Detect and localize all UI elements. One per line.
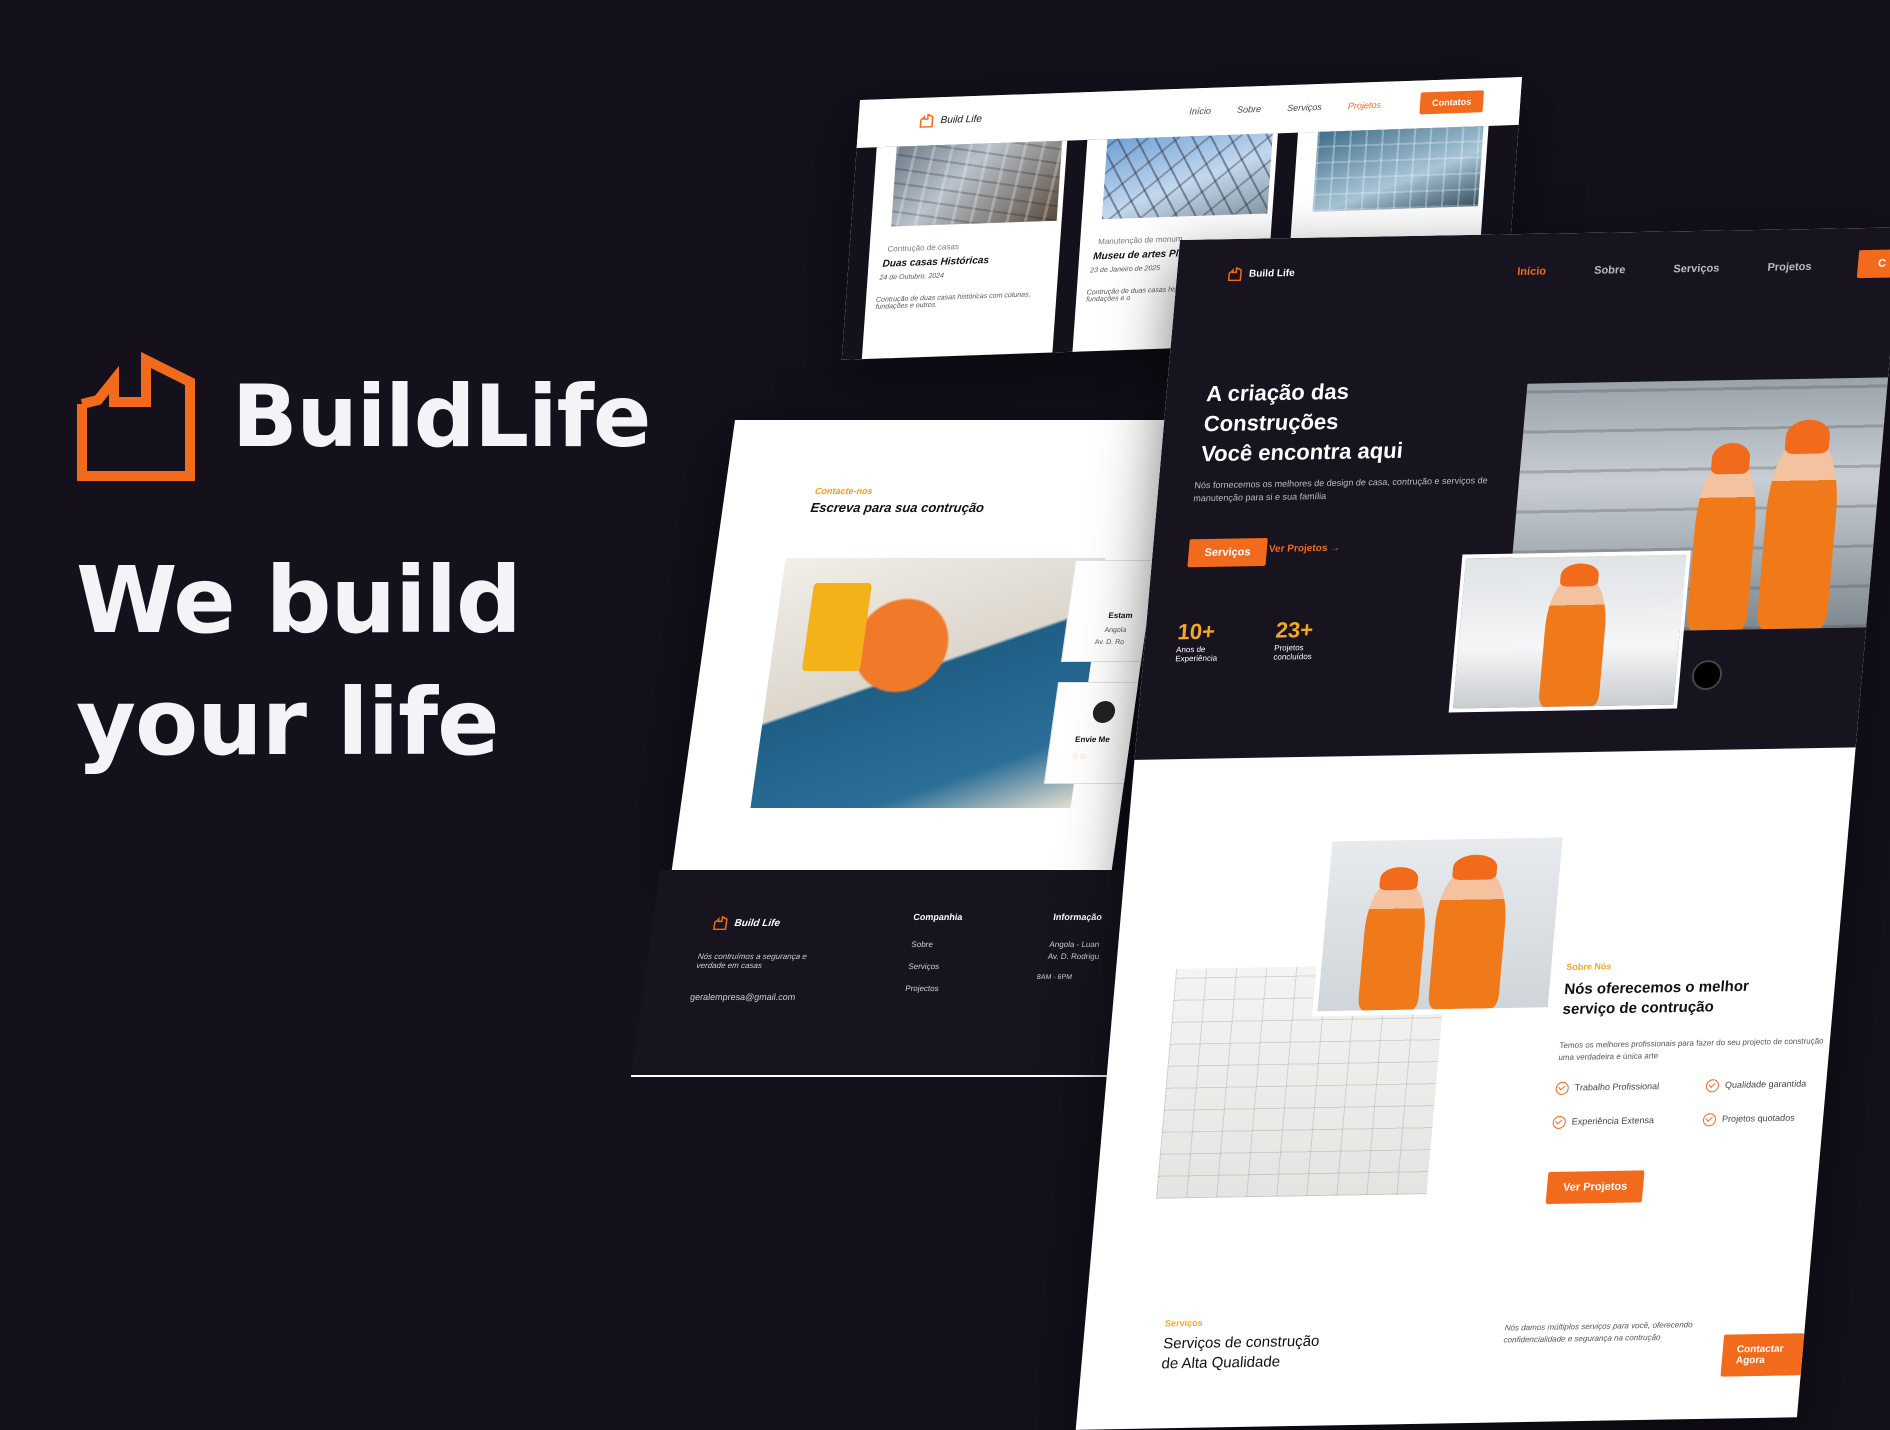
footer-email[interactable]: geralempresa@gmail.com — [689, 992, 796, 1002]
card-date: 24 de Outubro, 2024 — [879, 272, 945, 282]
about-ver-projetos-button[interactable]: Ver Projetos — [1545, 1170, 1645, 1204]
nav-servicos[interactable]: Serviços — [1287, 102, 1322, 113]
card-title: Museu de artes Plás — [1092, 248, 1190, 263]
message-icon — [1091, 701, 1117, 723]
card-category: Contrução de casas — [887, 242, 960, 254]
brand-tagline: We build your life — [76, 540, 676, 784]
card-category: Manutenção de monum — [1097, 234, 1183, 247]
services-title: Serviços de construção de Alta Qualidade — [1160, 1332, 1321, 1373]
stat-experience: 10+ Anos de Experiência — [1174, 618, 1218, 664]
about-desc: Temos os melhores profissionais para faz… — [1558, 1036, 1825, 1063]
contact-cta-button[interactable]: C — [1856, 249, 1890, 279]
services-desc: Nós damos múltiplos serviços para você, … — [1503, 1320, 1694, 1345]
contactar-agora-button[interactable]: Contactar Agora — [1720, 1333, 1805, 1377]
contact-title: Escreva para sua contrução — [809, 500, 986, 515]
services-eyebrow: Serviços — [1164, 1317, 1204, 1329]
footer-col-company-title: Companhia — [912, 912, 964, 922]
footer-link-projectos[interactable]: Projectos — [905, 984, 940, 993]
worker-portrait-photo — [1448, 550, 1691, 713]
hero-subtitle: Nós fornecemos os melhores de design de … — [1192, 475, 1489, 504]
card-desc: Contrução de duas casas históricas com c… — [875, 291, 1031, 311]
footer-link-servicos[interactable]: Serviços — [908, 962, 940, 971]
feature-item: Trabalho Profissional — [1555, 1080, 1660, 1096]
nav-projetos[interactable]: Projetos — [1348, 100, 1382, 111]
footer-info-line: Angola - Luan — [1048, 940, 1100, 949]
ver-projetos-link[interactable]: Ver Projetos → — [1268, 543, 1340, 555]
footer-info-line: Av. D. Rodrigu — [1047, 952, 1100, 961]
hero-section: Build Life Início Sobre Serviços Projeto… — [1134, 227, 1890, 760]
footer-about: Nós contruímos a segurança e verdade em … — [695, 952, 808, 970]
nav-inicio[interactable]: Início — [1517, 266, 1547, 278]
stat-projects: 23+ Projetos concluídos — [1273, 617, 1315, 662]
project-photo — [1101, 133, 1273, 220]
about-eyebrow: Sobre Nós — [1565, 961, 1612, 973]
logo-icon — [1227, 266, 1242, 282]
brand-name: BuildLife — [232, 367, 651, 467]
nav-servicos[interactable]: Serviços — [1673, 263, 1720, 276]
feature-item: Qualidade garantida — [1705, 1078, 1807, 1093]
arrow-right-icon: → — [1329, 542, 1341, 554]
card-date: 23 de Janeiro de 2025 — [1089, 265, 1161, 275]
feature-item: Projetos quotados — [1702, 1112, 1795, 1127]
mockup-contact: Contacte-nos Escreva para sua contrução … — [671, 420, 1175, 870]
feature-item: Experiência Extensa — [1552, 1114, 1654, 1130]
play-button-icon[interactable] — [1690, 659, 1724, 691]
card-title: Duas casas Históricas — [882, 255, 990, 270]
mockup-footer: Build Life Nós contruímos a segurança e … — [630, 870, 1160, 1077]
check-circle-icon — [1555, 1081, 1570, 1096]
buildlife-logo-icon — [77, 352, 195, 481]
team-photo — [1311, 832, 1569, 1017]
check-circle-icon — [1702, 1113, 1717, 1127]
logo-icon — [712, 916, 728, 930]
tagline-line-1: We build — [76, 547, 522, 654]
footer-link-sobre[interactable]: Sobre — [911, 940, 934, 949]
nav-sobre[interactable]: Sobre — [1594, 264, 1626, 277]
nav-sobre[interactable]: Sobre — [1237, 104, 1262, 115]
check-circle-icon — [1705, 1079, 1720, 1093]
project-photo — [891, 140, 1063, 227]
project-photo — [1312, 126, 1484, 212]
contatos-button[interactable]: Contatos — [1419, 90, 1485, 115]
tagline-line-2: your life — [76, 669, 500, 776]
check-circle-icon — [1552, 1115, 1567, 1130]
contact-eyebrow: Contacte-nos — [814, 486, 874, 496]
hero-headline: A criação das Construções Você encontra … — [1200, 378, 1405, 467]
servicos-button[interactable]: Serviços — [1187, 537, 1268, 568]
hero-logo[interactable]: Build Life — [1226, 266, 1295, 282]
nav-projetos[interactable]: Projetos — [1767, 261, 1812, 274]
whatsapp-icon[interactable]: ◌ ◌ — [1072, 751, 1087, 761]
brand-header: BuildLife — [76, 352, 651, 482]
projects-logo[interactable]: Build Life — [918, 112, 982, 128]
project-card[interactable]: Contrução de casas Duas casas Históricas… — [861, 140, 1068, 360]
nav-inicio[interactable]: Início — [1189, 106, 1211, 117]
mockup-homepage: Build Life Início Sobre Serviços Projeto… — [1075, 227, 1890, 1430]
footer-col-info-title: Informação — [1052, 912, 1103, 922]
about-title: Nós oferecemos o melhor serviço de contr… — [1561, 977, 1750, 1019]
footer-logo[interactable]: Build Life — [712, 916, 782, 930]
logo-icon — [919, 113, 934, 128]
footer-hours: 8AM - 6PM — [1036, 974, 1073, 981]
